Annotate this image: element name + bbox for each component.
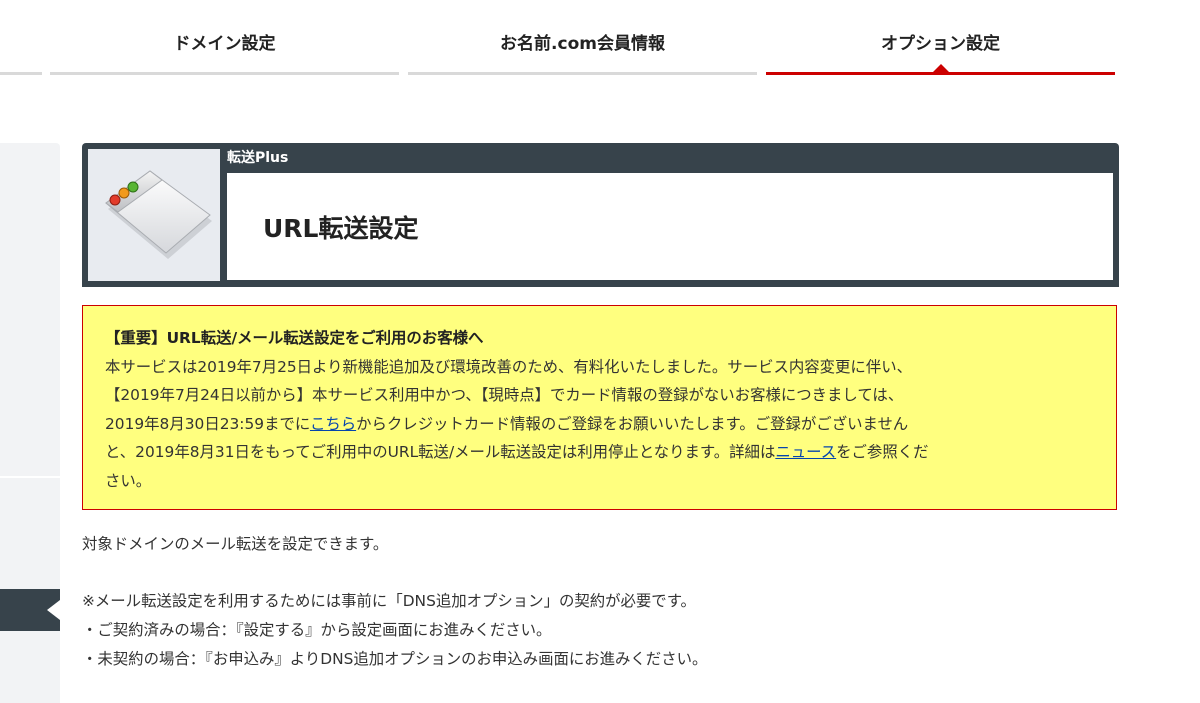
notice-text: と、2019年8月31日をもってご利用中のURL転送/メール転送設定は利用停止と…	[105, 443, 776, 461]
tab-underline	[408, 72, 757, 75]
important-notice: 【重要】URL転送/メール転送設定をご利用のお客様へ 本サービスは2019年7月…	[82, 305, 1117, 510]
top-navigation: ドメイン設定 お名前.com会員情報 オプション設定	[0, 0, 1200, 78]
tab-underline	[0, 72, 42, 75]
browser-window-icon	[105, 170, 212, 259]
tab-previous[interactable]	[0, 0, 42, 78]
notice-line: 2019年8月30日23:59までにこちらからクレジットカード情報のご登録をお願…	[105, 410, 1094, 439]
sidebar-item-active[interactable]	[0, 589, 60, 631]
requirement-not-contracted: ・未契約の場合：『お申込み』よりDNS追加オプションのお申込み画面にお進みくださ…	[82, 650, 708, 668]
news-link[interactable]: ニュース	[775, 443, 836, 461]
requirement-contracted: ・ご契約済みの場合：『設定する』から設定画面にお進みください。	[82, 621, 552, 639]
notice-line: 【2019年7月24日以前から】本サービス利用中かつ、【現時点】でカード情報の登…	[105, 386, 904, 404]
credit-card-registration-link[interactable]: こちら	[310, 415, 356, 433]
requirement-note: ※メール転送設定を利用するためには事前に「DNS追加オプション」の契約が必要です…	[82, 592, 696, 610]
service-icon-frame	[88, 149, 220, 281]
tab-label: ドメイン設定	[173, 34, 276, 54]
notice-text: 2019年8月30日23:59までに	[105, 414, 310, 433]
notice-line: さい。	[105, 471, 152, 490]
service-subtitle: 転送Plus	[227, 150, 289, 166]
tab-label: お名前.com会員情報	[500, 34, 665, 54]
tab-underline	[50, 72, 399, 75]
service-title-panel: URL転送設定	[227, 173, 1113, 280]
active-tab-caret-icon	[932, 64, 949, 72]
notice-line: と、2019年8月31日をもってご利用中のURL転送/メール転送設定は利用停止と…	[105, 438, 1094, 467]
notice-line: 本サービスは2019年7月25日より新機能追加及び環境改善のため、有料化いたしま…	[105, 357, 912, 376]
service-header: 転送Plus URL転送設定	[82, 143, 1119, 287]
page-title: URL転送設定	[263, 214, 419, 243]
sidebar	[0, 143, 60, 703]
sidebar-active-notch-icon	[47, 600, 60, 620]
tab-underline-active	[766, 72, 1115, 75]
tab-label: オプション設定	[881, 34, 1000, 54]
service-description: 対象ドメインのメール転送を設定できます。	[82, 535, 389, 553]
notice-text: からクレジットカード情報のご登録をお願いいたします。ご登録がございません	[356, 414, 909, 433]
tab-member-info[interactable]: お名前.com会員情報	[408, 0, 757, 78]
tab-option-settings[interactable]: オプション設定	[766, 0, 1115, 78]
notice-title: 【重要】URL転送/メール転送設定をご利用のお客様へ	[105, 329, 484, 347]
tab-domain-settings[interactable]: ドメイン設定	[50, 0, 399, 78]
sidebar-divider	[0, 476, 60, 478]
notice-text: をご参照くだ	[836, 443, 929, 461]
